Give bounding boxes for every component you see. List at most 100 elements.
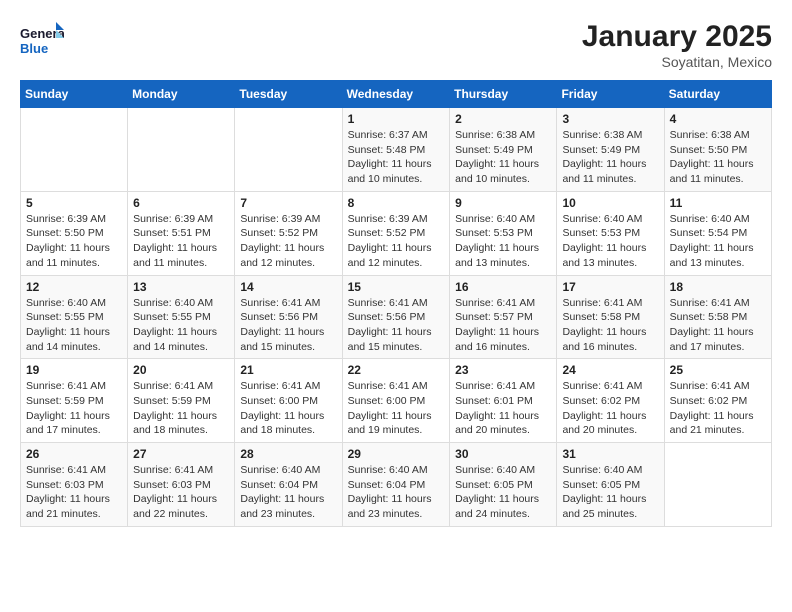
day-number: 15 xyxy=(348,280,445,294)
calendar-cell: 25Sunrise: 6:41 AM Sunset: 6:02 PM Dayli… xyxy=(664,359,771,443)
weekday-header-sunday: Sunday xyxy=(21,81,128,108)
weekday-header-thursday: Thursday xyxy=(450,81,557,108)
month-title: January 2025 xyxy=(582,20,772,54)
calendar-cell: 4Sunrise: 6:38 AM Sunset: 5:50 PM Daylig… xyxy=(664,108,771,192)
day-info: Sunrise: 6:41 AM Sunset: 6:03 PM Dayligh… xyxy=(26,463,122,522)
calendar-cell: 22 Sunrise: 6:41 AM Sunset: 6:00 PM Dayli… xyxy=(342,359,450,443)
day-number: 10 xyxy=(562,196,658,210)
calendar-week-3: 12 Sunrise: 6:40 AM Sunset: 5:55 PM Dayli… xyxy=(21,275,772,359)
location: Soyatitan, Mexico xyxy=(582,54,772,70)
calendar-cell: 20 Sunrise: 6:41 AM Sunset: 5:59 PM Dayli… xyxy=(128,359,235,443)
day-info: Sunrise: 6:41 AM Sunset: 6:03 PM Dayligh… xyxy=(133,463,229,522)
calendar-cell: 3 Sunrise: 6:38 AM Sunset: 5:49 PM Daylig… xyxy=(557,108,664,192)
calendar-cell: 8 Sunrise: 6:39 AM Sunset: 5:52 PM Daylig… xyxy=(342,191,450,275)
day-number: 7 xyxy=(240,196,336,210)
calendar-cell: 15 Sunrise: 6:41 AM Sunset: 5:56 PM Dayli… xyxy=(342,275,450,359)
calendar: SundayMondayTuesdayWednesdayThursdayFrid… xyxy=(20,80,772,527)
calendar-cell: 6Sunrise: 6:39 AM Sunset: 5:51 PM Daylig… xyxy=(128,191,235,275)
calendar-cell: 10 Sunrise: 6:40 AM Sunset: 5:53 PM Dayli… xyxy=(557,191,664,275)
calendar-cell: 18Sunrise: 6:41 AM Sunset: 5:58 PM Dayli… xyxy=(664,275,771,359)
day-number: 13 xyxy=(133,280,229,294)
calendar-cell: 13 Sunrise: 6:40 AM Sunset: 5:55 PM Dayli… xyxy=(128,275,235,359)
day-info: Sunrise: 6:41 AM Sunset: 6:02 PM Dayligh… xyxy=(562,379,658,438)
day-number: 9 xyxy=(455,196,551,210)
day-number: 30 xyxy=(455,447,551,461)
weekday-header-row: SundayMondayTuesdayWednesdayThursdayFrid… xyxy=(21,81,772,108)
calendar-cell: 12 Sunrise: 6:40 AM Sunset: 5:55 PM Dayli… xyxy=(21,275,128,359)
day-info: Sunrise: 6:40 AM Sunset: 6:05 PM Dayligh… xyxy=(455,463,551,522)
calendar-cell: 14 Sunrise: 6:41 AM Sunset: 5:56 PM Dayli… xyxy=(235,275,342,359)
day-number: 12 xyxy=(26,280,122,294)
day-info: Sunrise: 6:40 AM Sunset: 6:04 PM Dayligh… xyxy=(348,463,445,522)
calendar-cell: 5Sunrise: 6:39 AM Sunset: 5:50 PM Daylig… xyxy=(21,191,128,275)
day-number: 28 xyxy=(240,447,336,461)
calendar-cell: 28 Sunrise: 6:40 AM Sunset: 6:04 PM Dayli… xyxy=(235,443,342,527)
day-number: 19 xyxy=(26,363,122,377)
day-number: 3 xyxy=(562,112,658,126)
day-info: Sunrise: 6:38 AM Sunset: 5:49 PM Dayligh… xyxy=(562,128,658,187)
calendar-cell: 30 Sunrise: 6:40 AM Sunset: 6:05 PM Dayli… xyxy=(450,443,557,527)
day-number: 6 xyxy=(133,196,229,210)
calendar-cell xyxy=(235,108,342,192)
day-info: Sunrise: 6:40 AM Sunset: 5:53 PM Dayligh… xyxy=(562,212,658,271)
calendar-cell: 17 Sunrise: 6:41 AM Sunset: 5:58 PM Dayli… xyxy=(557,275,664,359)
weekday-header-monday: Monday xyxy=(128,81,235,108)
weekday-header-tuesday: Tuesday xyxy=(235,81,342,108)
day-number: 22 xyxy=(348,363,445,377)
day-number: 31 xyxy=(562,447,658,461)
day-info: Sunrise: 6:40 AM Sunset: 6:04 PM Dayligh… xyxy=(240,463,336,522)
title-block: January 2025 Soyatitan, Mexico xyxy=(582,20,772,70)
calendar-week-5: 26 Sunrise: 6:41 AM Sunset: 6:03 PM Dayli… xyxy=(21,443,772,527)
day-number: 20 xyxy=(133,363,229,377)
day-info: Sunrise: 6:41 AM Sunset: 5:58 PM Dayligh… xyxy=(670,296,766,355)
calendar-cell: 26 Sunrise: 6:41 AM Sunset: 6:03 PM Dayli… xyxy=(21,443,128,527)
weekday-header-wednesday: Wednesday xyxy=(342,81,450,108)
day-number: 8 xyxy=(348,196,445,210)
calendar-week-1: 1Sunrise: 6:37 AM Sunset: 5:48 PM Daylig… xyxy=(21,108,772,192)
day-info: Sunrise: 6:41 AM Sunset: 5:59 PM Dayligh… xyxy=(133,379,229,438)
day-number: 24 xyxy=(562,363,658,377)
calendar-cell: 16Sunrise: 6:41 AM Sunset: 5:57 PM Dayli… xyxy=(450,275,557,359)
day-info: Sunrise: 6:40 AM Sunset: 5:54 PM Dayligh… xyxy=(670,212,766,271)
day-number: 29 xyxy=(348,447,445,461)
calendar-cell xyxy=(664,443,771,527)
day-info: Sunrise: 6:40 AM Sunset: 5:55 PM Dayligh… xyxy=(26,296,122,355)
weekday-header-friday: Friday xyxy=(557,81,664,108)
day-number: 14 xyxy=(240,280,336,294)
calendar-cell: 23 Sunrise: 6:41 AM Sunset: 6:01 PM Dayli… xyxy=(450,359,557,443)
calendar-week-4: 19 Sunrise: 6:41 AM Sunset: 5:59 PM Dayli… xyxy=(21,359,772,443)
day-info: Sunrise: 6:40 AM Sunset: 5:55 PM Dayligh… xyxy=(133,296,229,355)
calendar-cell: 29 Sunrise: 6:40 AM Sunset: 6:04 PM Dayli… xyxy=(342,443,450,527)
day-info: Sunrise: 6:39 AM Sunset: 5:52 PM Dayligh… xyxy=(240,212,336,271)
calendar-cell: 27 Sunrise: 6:41 AM Sunset: 6:03 PM Dayli… xyxy=(128,443,235,527)
day-info: Sunrise: 6:41 AM Sunset: 5:59 PM Dayligh… xyxy=(26,379,122,438)
day-info: Sunrise: 6:41 AM Sunset: 5:56 PM Dayligh… xyxy=(240,296,336,355)
calendar-cell: 7 Sunrise: 6:39 AM Sunset: 5:52 PM Daylig… xyxy=(235,191,342,275)
day-number: 4 xyxy=(670,112,766,126)
page-header: General Blue January 2025 Soyatitan, Mex… xyxy=(20,20,772,70)
day-info: Sunrise: 6:38 AM Sunset: 5:49 PM Dayligh… xyxy=(455,128,551,187)
day-number: 2 xyxy=(455,112,551,126)
day-info: Sunrise: 6:41 AM Sunset: 6:00 PM Dayligh… xyxy=(348,379,445,438)
calendar-cell: 21Sunrise: 6:41 AM Sunset: 6:00 PM Dayli… xyxy=(235,359,342,443)
calendar-cell: 9Sunrise: 6:40 AM Sunset: 5:53 PM Daylig… xyxy=(450,191,557,275)
day-info: Sunrise: 6:41 AM Sunset: 6:00 PM Dayligh… xyxy=(240,379,336,438)
day-number: 26 xyxy=(26,447,122,461)
svg-text:Blue: Blue xyxy=(20,41,48,56)
day-info: Sunrise: 6:40 AM Sunset: 6:05 PM Dayligh… xyxy=(562,463,658,522)
weekday-header-saturday: Saturday xyxy=(664,81,771,108)
calendar-cell xyxy=(21,108,128,192)
day-info: Sunrise: 6:39 AM Sunset: 5:52 PM Dayligh… xyxy=(348,212,445,271)
day-info: Sunrise: 6:41 AM Sunset: 6:01 PM Dayligh… xyxy=(455,379,551,438)
day-number: 23 xyxy=(455,363,551,377)
calendar-cell: 2 Sunrise: 6:38 AM Sunset: 5:49 PM Daylig… xyxy=(450,108,557,192)
day-info: Sunrise: 6:41 AM Sunset: 5:58 PM Dayligh… xyxy=(562,296,658,355)
day-number: 5 xyxy=(26,196,122,210)
day-number: 27 xyxy=(133,447,229,461)
calendar-cell: 1Sunrise: 6:37 AM Sunset: 5:48 PM Daylig… xyxy=(342,108,450,192)
day-number: 1 xyxy=(348,112,445,126)
calendar-cell: 19 Sunrise: 6:41 AM Sunset: 5:59 PM Dayli… xyxy=(21,359,128,443)
day-number: 17 xyxy=(562,280,658,294)
day-info: Sunrise: 6:41 AM Sunset: 5:56 PM Dayligh… xyxy=(348,296,445,355)
calendar-cell: 24 Sunrise: 6:41 AM Sunset: 6:02 PM Dayli… xyxy=(557,359,664,443)
